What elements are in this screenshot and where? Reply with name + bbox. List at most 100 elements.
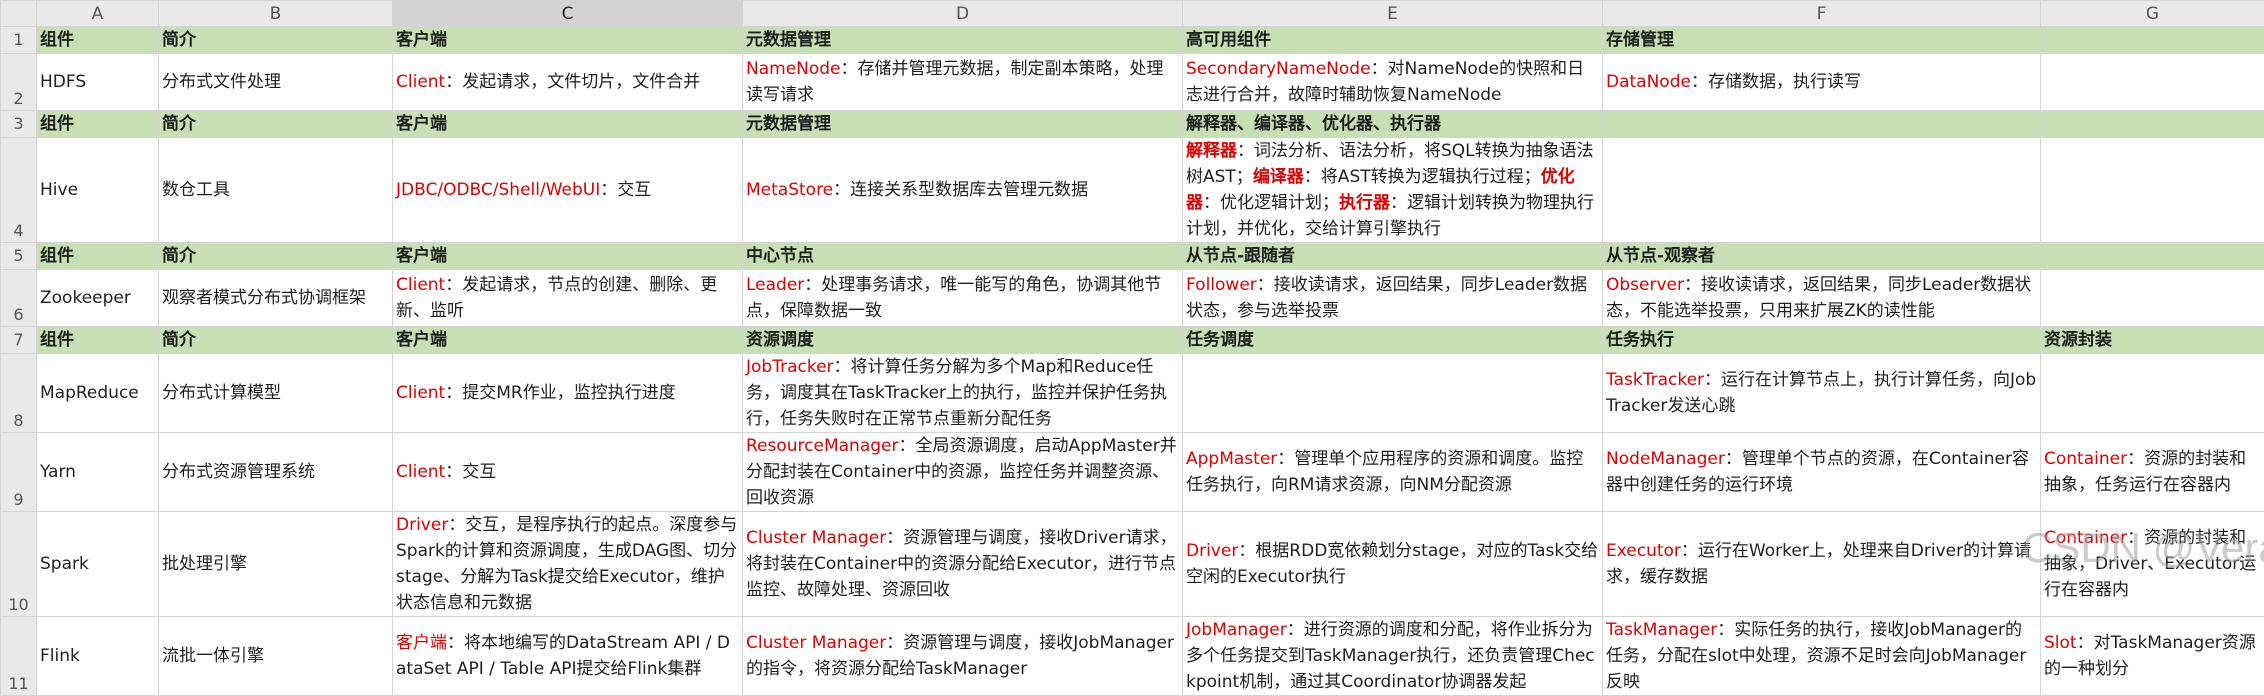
cell-f10[interactable]: Executor：运行在Worker上，处理来自Driver的计算请求，缓存数据 — [1603, 512, 2041, 617]
cell-e6[interactable]: Follower：接收读请求，返回结果，同步Leader数据状态，参与选举投票 — [1183, 270, 1603, 327]
cell-c7[interactable]: 客户端 — [393, 327, 743, 354]
cell-e4[interactable]: 解释器：词法分析、语法分析，将SQL转换为抽象语法树AST；编译器：将AST转换… — [1183, 138, 1603, 243]
cell-g11[interactable]: Slot：对TaskManager资源的一种划分 — [2041, 617, 2264, 696]
cell-e5[interactable]: 从节点-跟随者 — [1183, 243, 1603, 270]
cell-f5[interactable]: 从节点-观察者 — [1603, 243, 2041, 270]
cell-a4[interactable]: Hive — [37, 138, 159, 243]
cell-d4[interactable]: MetaStore：连接关系型数据库去管理元数据 — [743, 138, 1183, 243]
cell-g2[interactable] — [2041, 54, 2264, 111]
cell-b5[interactable]: 简介 — [159, 243, 393, 270]
cell-g5[interactable] — [2041, 243, 2264, 270]
cell-f3[interactable] — [1603, 111, 2041, 138]
cell-a10[interactable]: Spark — [37, 512, 159, 617]
column-header-b[interactable]: B — [159, 1, 393, 27]
spreadsheet-grid[interactable]: A B C D E F G 1组件简介客户端元数据管理高可用组件存储管理2HDF… — [0, 0, 2264, 696]
cell-b6[interactable]: 观察者模式分布式协调框架 — [159, 270, 393, 327]
row-header[interactable]: 3 — [1, 111, 37, 138]
cell-g4[interactable] — [2041, 138, 2264, 243]
cell-g7[interactable]: 资源封装 — [2041, 327, 2264, 354]
cell-g8[interactable] — [2041, 354, 2264, 433]
cell-b4[interactable]: 数仓工具 — [159, 138, 393, 243]
cell-g3[interactable] — [2041, 111, 2264, 138]
cell-d9[interactable]: ResourceManager：全局资源调度，启动AppMaster并分配封装在… — [743, 433, 1183, 512]
cell-b7[interactable]: 简介 — [159, 327, 393, 354]
cell-keyword: Observer — [1606, 275, 1684, 295]
row-header[interactable]: 2 — [1, 54, 37, 111]
cell-g9[interactable]: Container：资源的封装和抽象，任务运行在容器内 — [2041, 433, 2264, 512]
row-header[interactable]: 9 — [1, 433, 37, 512]
row-header[interactable]: 5 — [1, 243, 37, 270]
cell-d6[interactable]: Leader：处理事务请求，唯一能写的角色，协调其他节点，保障数据一致 — [743, 270, 1183, 327]
cell-a5[interactable]: 组件 — [37, 243, 159, 270]
cell-e10[interactable]: Driver：根据RDD宽依赖划分stage，对应的Task交给空闲的Execu… — [1183, 512, 1603, 617]
cell-e2[interactable]: SecondaryNameNode：对NameNode的快照和日志进行合并，故障… — [1183, 54, 1603, 111]
cell-c8[interactable]: Client：提交MR作业，监控执行进度 — [393, 354, 743, 433]
cell-c2[interactable]: Client：发起请求，文件切片，文件合并 — [393, 54, 743, 111]
cell-b1[interactable]: 简介 — [159, 27, 393, 54]
cell-g10[interactable]: Container：资源的封装和抽象，Driver、Executor运行在容器内 — [2041, 512, 2264, 617]
cell-f7[interactable]: 任务执行 — [1603, 327, 2041, 354]
cell-a1[interactable]: 组件 — [37, 27, 159, 54]
cell-b10[interactable]: 批处理引擎 — [159, 512, 393, 617]
cell-b11[interactable]: 流批一体引擎 — [159, 617, 393, 696]
cell-d5[interactable]: 中心节点 — [743, 243, 1183, 270]
cell-f6[interactable]: Observer：接收读请求，返回结果，同步Leader数据状态，不能选举投票，… — [1603, 270, 2041, 327]
cell-d1[interactable]: 元数据管理 — [743, 27, 1183, 54]
cell-c6[interactable]: Client：发起请求，节点的创建、删除、更新、监听 — [393, 270, 743, 327]
cell-c5[interactable]: 客户端 — [393, 243, 743, 270]
cell-e8[interactable] — [1183, 354, 1603, 433]
column-header-d[interactable]: D — [743, 1, 1183, 27]
cell-d7[interactable]: 资源调度 — [743, 327, 1183, 354]
column-header-f[interactable]: F — [1603, 1, 2041, 27]
cell-g6[interactable] — [2041, 270, 2264, 327]
cell-b3[interactable]: 简介 — [159, 111, 393, 138]
column-header-a[interactable]: A — [37, 1, 159, 27]
column-header-c[interactable]: C — [393, 1, 743, 27]
column-header-e[interactable]: E — [1183, 1, 1603, 27]
cell-e9[interactable]: AppMaster：管理单个应用程序的资源和调度。监控任务执行，向RM请求资源，… — [1183, 433, 1603, 512]
row-header[interactable]: 6 — [1, 270, 37, 327]
cell-f1[interactable]: 存储管理 — [1603, 27, 2041, 54]
cell-g1[interactable] — [2041, 27, 2264, 54]
row-header[interactable]: 11 — [1, 617, 37, 696]
cell-e3[interactable]: 解释器、编译器、优化器、执行器 — [1183, 111, 1603, 138]
cell-b8[interactable]: 分布式计算模型 — [159, 354, 393, 433]
cell-a9[interactable]: Yarn — [37, 433, 159, 512]
cell-b9[interactable]: 分布式资源管理系统 — [159, 433, 393, 512]
row-header[interactable]: 7 — [1, 327, 37, 354]
cell-a8[interactable]: MapReduce — [37, 354, 159, 433]
cell-c3[interactable]: 客户端 — [393, 111, 743, 138]
cell-text: 分布式计算模型 — [162, 383, 281, 403]
row-header[interactable]: 1 — [1, 27, 37, 54]
cell-a3[interactable]: 组件 — [37, 111, 159, 138]
cell-b2[interactable]: 分布式文件处理 — [159, 54, 393, 111]
cell-a2[interactable]: HDFS — [37, 54, 159, 111]
cell-c11[interactable]: 客户端：将本地编写的DataStream API / DataSet API /… — [393, 617, 743, 696]
cell-c4[interactable]: JDBC/ODBC/Shell/WebUI：交互 — [393, 138, 743, 243]
cell-f11[interactable]: TaskManager：实际任务的执行，接收JobManager的任务，分配在s… — [1603, 617, 2041, 696]
cell-d3[interactable]: 元数据管理 — [743, 111, 1183, 138]
cell-d11[interactable]: Cluster Manager：资源管理与调度，接收JobManager的指令，… — [743, 617, 1183, 696]
cell-f2[interactable]: DataNode：存储数据，执行读写 — [1603, 54, 2041, 111]
cell-a6[interactable]: Zookeeper — [37, 270, 159, 327]
cell-f8[interactable]: TaskTracker：运行在计算节点上，执行计算任务，向JobTracker发… — [1603, 354, 2041, 433]
cell-e7[interactable]: 任务调度 — [1183, 327, 1603, 354]
cell-c9[interactable]: Client：交互 — [393, 433, 743, 512]
cell-d8[interactable]: JobTracker：将计算任务分解为多个Map和Reduce任务，调度其在Ta… — [743, 354, 1183, 433]
cell-c10[interactable]: Driver：交互，是程序执行的起点。深度参与Spark的计算和资源调度，生成D… — [393, 512, 743, 617]
row-header[interactable]: 4 — [1, 138, 37, 243]
cell-a7[interactable]: 组件 — [37, 327, 159, 354]
cell-d2[interactable]: NameNode：存储并管理元数据，制定副本策略，处理读写请求 — [743, 54, 1183, 111]
cell-f4[interactable] — [1603, 138, 2041, 243]
cell-a11[interactable]: Flink — [37, 617, 159, 696]
cell-e1[interactable]: 高可用组件 — [1183, 27, 1603, 54]
row-header[interactable]: 8 — [1, 354, 37, 433]
cell-text: 简介 — [162, 246, 196, 266]
cell-d10[interactable]: Cluster Manager：资源管理与调度，接收Driver请求，将封装在C… — [743, 512, 1183, 617]
row-header[interactable]: 10 — [1, 512, 37, 617]
cell-f9[interactable]: NodeManager：管理单个节点的资源，在Container容器中创建任务的… — [1603, 433, 2041, 512]
column-header-g[interactable]: G — [2041, 1, 2264, 27]
cell-e11[interactable]: JobManager：进行资源的调度和分配，将作业拆分为多个任务提交到TaskM… — [1183, 617, 1603, 696]
cell-c1[interactable]: 客户端 — [393, 27, 743, 54]
select-all-corner[interactable] — [1, 1, 37, 27]
